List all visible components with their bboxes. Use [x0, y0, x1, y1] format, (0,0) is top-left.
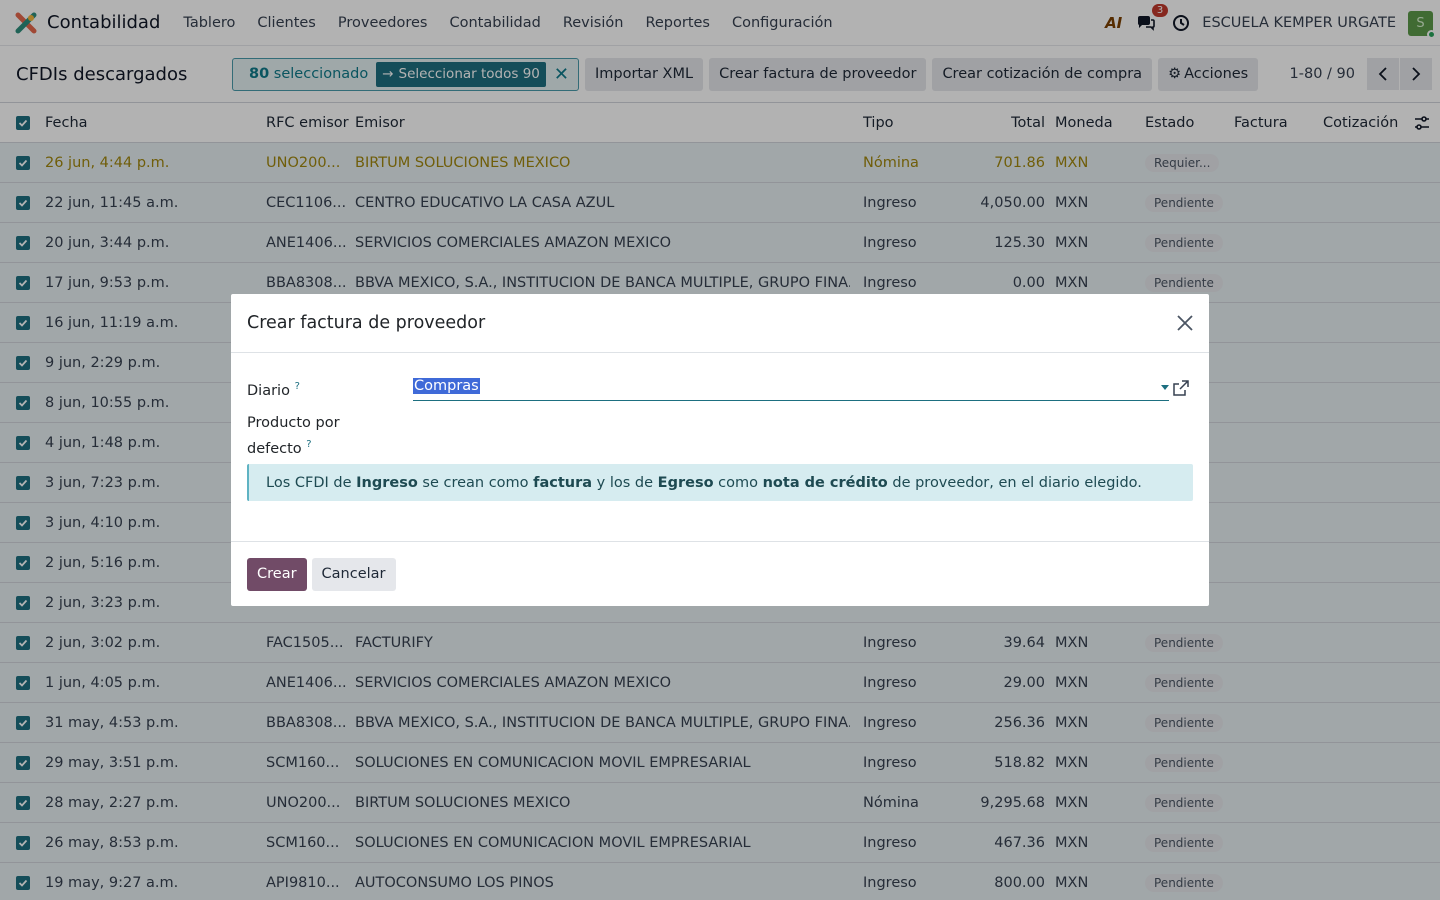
dropdown-caret-icon[interactable]: [1161, 385, 1169, 390]
diario-field[interactable]: Compras: [413, 376, 1169, 401]
diario-label-text: Diario: [247, 382, 290, 399]
cancel-button[interactable]: Cancelar: [311, 557, 396, 591]
producto-label: Producto por defecto ?: [247, 413, 340, 460]
diario-help-icon[interactable]: ?: [295, 381, 300, 392]
diario-label: Diario ?: [247, 376, 300, 402]
dialog-body: Diario ? Compras Producto por defecto ? …: [231, 353, 1209, 541]
diario-value[interactable]: Compras: [413, 378, 480, 394]
producto-help-icon[interactable]: ?: [306, 439, 311, 450]
producto-label-line1: Producto por: [247, 415, 340, 431]
close-icon[interactable]: [1175, 313, 1195, 333]
create-button[interactable]: Crear: [247, 557, 307, 591]
info-text: Los CFDI de Ingreso se crean como factur…: [266, 474, 1142, 491]
dialog-header: Crear factura de proveedor: [231, 294, 1209, 353]
dialog-title: Crear factura de proveedor: [247, 313, 486, 333]
info-alert: Los CFDI de Ingreso se crean como factur…: [247, 464, 1193, 501]
create-vendor-bill-dialog: Crear factura de proveedor Diario ? Comp…: [231, 294, 1209, 606]
dialog-footer: Crear Cancelar: [231, 541, 1209, 606]
external-link-icon[interactable]: [1173, 380, 1189, 396]
producto-label-line2: defecto: [247, 440, 302, 457]
